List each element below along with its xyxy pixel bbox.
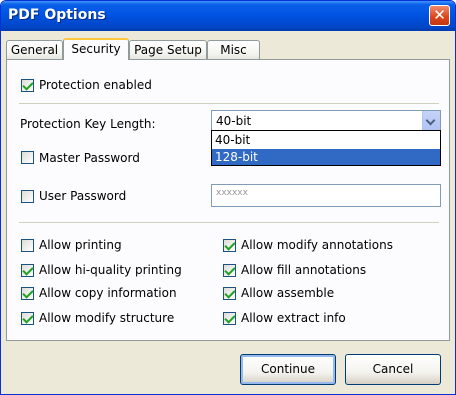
allow-modify-annotations-checkbox[interactable] xyxy=(223,239,236,252)
master-password-checkbox[interactable] xyxy=(21,151,34,164)
allow-extract-info-checkbox[interactable] xyxy=(223,312,236,325)
allow-printing-checkbox[interactable] xyxy=(21,239,34,252)
separator xyxy=(19,103,439,104)
allow-fill-annotations-label: Allow fill annotations xyxy=(241,263,367,277)
user-password-label: User Password xyxy=(39,189,127,203)
chevron-down-icon[interactable] xyxy=(422,111,440,130)
allow-modify-structure-checkbox[interactable] xyxy=(21,312,34,325)
tab-page-setup[interactable]: Page Setup xyxy=(129,40,207,59)
window-title: PDF Options xyxy=(8,7,106,23)
key-length-option-128[interactable]: 128-bit xyxy=(212,149,440,165)
title-bar[interactable]: PDF Options ✕ xyxy=(1,1,455,31)
user-password-checkbox[interactable] xyxy=(21,190,34,203)
key-length-option-40[interactable]: 40-bit xyxy=(212,132,440,148)
pdf-options-dialog: PDF Options ✕ General Security Page Setu… xyxy=(0,0,456,395)
protection-enabled-label: Protection enabled xyxy=(39,78,152,92)
allow-copy-label: Allow copy information xyxy=(39,286,177,300)
key-length-select[interactable]: 40-bit xyxy=(211,110,441,131)
allow-modify-structure-label: Allow modify structure xyxy=(39,311,175,325)
allow-printing-label: Allow printing xyxy=(39,238,122,252)
key-length-label: Protection Key Length: xyxy=(20,117,156,131)
user-password-field[interactable]: xxxxxx xyxy=(211,184,441,207)
continue-button[interactable]: Continue xyxy=(240,354,336,385)
key-length-dropdown: 40-bit 128-bit xyxy=(211,130,441,166)
allow-hq-printing-label: Allow hi-quality printing xyxy=(39,263,182,277)
separator xyxy=(19,222,439,223)
cancel-button[interactable]: Cancel xyxy=(345,354,441,385)
allow-copy-checkbox[interactable] xyxy=(21,287,34,300)
allow-modify-annotations-label: Allow modify annotations xyxy=(241,238,393,252)
allow-fill-annotations-checkbox[interactable] xyxy=(223,264,236,277)
allow-hq-printing-checkbox[interactable] xyxy=(21,264,34,277)
key-length-value: 40-bit xyxy=(216,114,252,128)
tab-general[interactable]: General xyxy=(6,40,63,59)
tab-security[interactable]: Security xyxy=(63,38,129,60)
security-panel: Protection enabled Protection Key Length… xyxy=(6,59,450,341)
tab-misc[interactable]: Misc xyxy=(207,40,260,59)
allow-assemble-checkbox[interactable] xyxy=(223,287,236,300)
master-password-label: Master Password xyxy=(39,151,140,165)
close-icon[interactable]: ✕ xyxy=(429,5,450,26)
allow-assemble-label: Allow assemble xyxy=(241,286,335,300)
allow-extract-info-label: Allow extract info xyxy=(241,311,346,325)
protection-enabled-checkbox[interactable] xyxy=(21,79,34,92)
